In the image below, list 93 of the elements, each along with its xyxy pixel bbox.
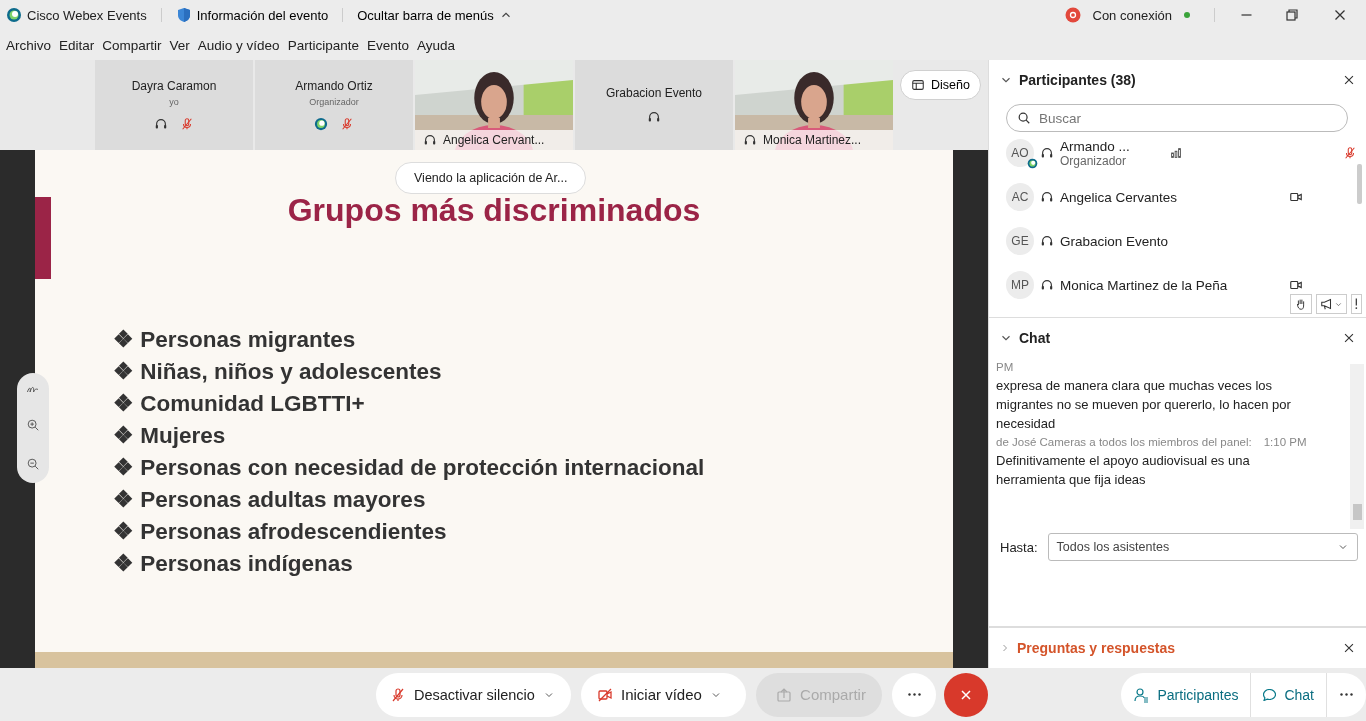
video-off-icon [597,686,613,703]
message-sender: PM [996,360,1014,376]
headset-icon [154,117,168,131]
close-icon[interactable] [1342,641,1356,655]
raise-hand-button[interactable] [1290,294,1313,315]
participant-role: Organizador [1060,153,1128,168]
headset-icon [1040,146,1054,160]
muted-mic-icon [1343,146,1357,160]
pen-icon[interactable] [27,385,39,394]
participant-name: Monica Martinez... [763,133,862,147]
participant-name: Grabacion Evento [605,86,703,100]
headset-icon [1040,278,1054,292]
close-icon [961,689,971,700]
close-icon[interactable] [1342,73,1356,87]
headset-icon [1040,190,1054,204]
connection-status: Con conexión [1092,7,1172,23]
recipient-dropdown[interactable]: Todos los asistentes [1047,533,1358,562]
avatar: MP [1006,271,1034,299]
app-name: Cisco Webex Events [27,7,147,23]
participant-name: Grabacion Evento [1060,233,1170,249]
event-info-button[interactable]: Información del evento [175,7,329,23]
audio-level-icon [1169,146,1183,160]
participant-name: Angelica Cervant... [443,133,545,147]
slide-title: Grupos más discriminados [286,192,702,229]
panel-title: Participantes (38) [1019,72,1137,88]
panel-title: Chat [1019,330,1052,347]
bullet-item: ❖ Personas adultas mayores [113,487,427,513]
bullet-item: ❖ Personas migrantes [113,327,357,353]
sharing-banner: Viendo la aplicación de Ar... [395,162,587,194]
bullet-item: ❖ Personas afrodescendientes [113,519,448,545]
menu-item[interactable]: Audio y vídeo [197,37,280,53]
search-icon [1017,111,1031,125]
muted-mic-icon [180,117,194,131]
webex-logo-icon [6,7,22,23]
recipient-label: Hasta: [1000,539,1038,555]
scrollbar [1357,164,1362,204]
panel-title: Preguntas y respuestas [1017,640,1176,656]
more-icon [1340,693,1353,696]
search-field[interactable]: Buscar [1006,104,1348,132]
avatar: GE [1006,227,1034,255]
menu-item[interactable]: Compartir [102,37,162,53]
headset-icon [1040,234,1054,248]
headset-icon [647,110,661,124]
muted-mic-icon [340,117,354,131]
host-icon [1027,158,1038,169]
bullet-item: ❖ Personas con necesidad de protección internacional [113,455,706,481]
menu-item[interactable]: Ver [169,37,190,53]
end-call-button[interactable] [944,672,988,717]
chat-message: Definitivamente el apoyo audiovisual es una herramienta que fija ideas [996,452,1251,490]
minimize-icon [1241,14,1252,16]
bullet-item: ❖ Niñas, niños y adolescentes [113,359,443,385]
chat-bubble-icon [1263,688,1277,701]
participant-name: Armando ... [1060,138,1131,154]
message-sender: de José Cameras a todos los miembros del panel: [996,435,1252,451]
people-icon [1133,686,1150,703]
chat-message: expresa de manera clara que muchas veces los migrantes no se mueven por quererlo, lo hacen por necesidad [996,377,1292,434]
participant-name: Armando Ortiz [295,79,373,93]
participant-role: Organizador [309,97,359,107]
exclamation-icon [1355,298,1358,310]
camera-icon [1289,278,1303,292]
bullet-item: ❖ Mujeres [113,423,227,449]
bullet-item: ❖ Personas indígenas [113,551,354,577]
participant-name: Monica Martinez de la Peña [1060,277,1229,293]
hide-menu-button[interactable]: Ocultar barra de menús [357,7,513,23]
headset-icon [423,133,437,147]
shield-icon [175,7,192,23]
menu-item[interactable]: Evento [366,37,409,53]
bullet-item: ❖ Comunidad LGBTTI+ [113,391,366,417]
zoom-in-icon[interactable] [26,417,40,432]
menu-item[interactable]: Ayuda [416,37,455,53]
layout-button[interactable]: Diseño [900,70,981,100]
participant-name: Angelica Cervantes [1060,189,1179,205]
megaphone-button[interactable] [1316,294,1348,315]
layout-icon [911,78,925,92]
muted-mic-icon [390,686,406,703]
zoom-out-icon[interactable] [26,456,40,471]
menu-item[interactable]: Editar [59,37,95,53]
more-icon [907,693,921,696]
restore-icon [1284,7,1300,23]
camera-icon [1289,190,1303,204]
participant-name: Dayra Caramon [131,79,217,93]
share-icon [776,686,793,703]
panel-toggle-button[interactable]: Chat [1250,672,1326,717]
participant-role: yo [169,97,179,107]
avatar: AC [1006,183,1034,211]
mute-button[interactable]: Desactivar silencio [376,672,571,717]
message-time: 1:10 PM [1263,435,1307,451]
menu-item[interactable]: Archivo [6,37,51,53]
headset-icon [743,133,757,147]
video-button[interactable]: Iniciar vídeo [581,672,746,717]
panel-toggle-button[interactable]: Participantes [1121,672,1251,717]
alert-button[interactable] [1351,294,1362,315]
menu-item[interactable]: Participante [287,37,359,53]
